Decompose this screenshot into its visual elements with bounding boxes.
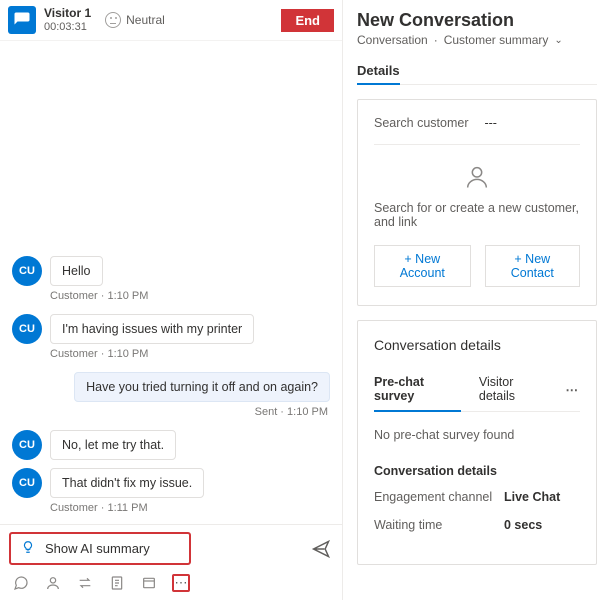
chevron-down-icon: ⌄	[554, 35, 562, 46]
message-list: CU Hello Customer · 1:10 PM CU I'm havin…	[0, 41, 342, 524]
detail-key: Engagement channel	[374, 490, 504, 504]
new-account-button[interactable]: + New Account	[374, 245, 471, 287]
message-meta: Customer · 1:10 PM	[50, 290, 330, 302]
message-meta: Sent · 1:10 PM	[12, 406, 328, 418]
empty-customer-text: Search for or create a new customer, and…	[374, 201, 580, 229]
page-title: New Conversation	[357, 10, 597, 31]
message-bubble: I'm having issues with my printer	[50, 314, 254, 344]
chat-pane: Visitor 1 00:03:31 Neutral End CU Hello …	[0, 0, 343, 600]
channel-icon	[8, 6, 36, 34]
detail-value: Live Chat	[504, 490, 560, 504]
conversation-details-heading: Conversation details	[374, 464, 580, 478]
no-survey-text: No pre-chat survey found	[374, 428, 580, 442]
ai-summary-row: Show AI summary	[10, 533, 332, 564]
message-bubble: Have you tried turning it off and on aga…	[74, 372, 330, 402]
search-customer-value: ---	[484, 116, 497, 130]
customer-avatar: CU	[12, 256, 42, 286]
empty-customer-state: Search for or create a new customer, and…	[374, 145, 580, 245]
message-bubble: That didn't fix my issue.	[50, 468, 204, 498]
chat-header: Visitor 1 00:03:31 Neutral End	[0, 0, 342, 41]
customer-avatar: CU	[12, 314, 42, 344]
neutral-face-icon	[105, 12, 121, 28]
customer-card: Search customer --- Search for or create…	[357, 99, 597, 306]
compose-toolbar: ⋯	[0, 568, 342, 600]
details-pane: New Conversation Conversation · Customer…	[343, 0, 611, 600]
detail-row: Waiting time 0 secs	[374, 518, 580, 532]
conversation-details-card: Conversation details Pre-chat survey Vis…	[357, 320, 597, 565]
new-contact-button[interactable]: + New Contact	[485, 245, 580, 287]
subtab-prechat[interactable]: Pre-chat survey	[374, 367, 461, 411]
message-row: CU I'm having issues with my printer	[12, 314, 330, 344]
customer-avatar: CU	[12, 430, 42, 460]
lightbulb-icon	[21, 540, 35, 557]
message-row: CU No, let me try that.	[12, 430, 330, 460]
person-icon	[463, 163, 491, 191]
visitor-name: Visitor 1	[44, 6, 91, 20]
detail-value: 0 secs	[504, 518, 542, 532]
detail-key: Waiting time	[374, 518, 504, 532]
message-bubble: No, let me try that.	[50, 430, 176, 460]
message-row-outgoing: Have you tried turning it off and on aga…	[12, 372, 330, 402]
subtab-visitor-details[interactable]: Visitor details	[479, 367, 548, 411]
detail-row: Engagement channel Live Chat	[374, 490, 580, 504]
consult-icon[interactable]	[44, 574, 62, 592]
main-tabs: Details	[357, 57, 597, 85]
message-row: CU That didn't fix my issue.	[12, 468, 330, 498]
search-customer-row[interactable]: Search customer ---	[374, 116, 580, 145]
end-button[interactable]: End	[281, 9, 334, 32]
notes-icon[interactable]	[108, 574, 126, 592]
subtab-more-icon[interactable]: ⋯	[566, 382, 581, 397]
show-ai-summary-button[interactable]: Show AI summary	[10, 533, 190, 564]
customer-avatar: CU	[12, 468, 42, 498]
new-entity-buttons: + New Account + New Contact	[374, 245, 580, 287]
send-button[interactable]	[310, 538, 332, 560]
message-row: CU Hello	[12, 256, 330, 286]
message-meta: Customer · 1:10 PM	[50, 348, 330, 360]
breadcrumb-item: Conversation	[357, 33, 428, 47]
breadcrumb-item: Customer summary	[444, 33, 549, 47]
knowledge-icon[interactable]	[140, 574, 158, 592]
compose-area: Show AI summary	[0, 524, 342, 568]
tab-details[interactable]: Details	[357, 57, 400, 84]
quick-replies-icon[interactable]	[12, 574, 30, 592]
transfer-icon[interactable]	[76, 574, 94, 592]
more-actions-button[interactable]: ⋯	[172, 574, 190, 592]
search-customer-label: Search customer	[374, 116, 468, 130]
conversation-timer: 00:03:31	[44, 21, 91, 34]
message-bubble: Hello	[50, 256, 103, 286]
conversation-subtabs: Pre-chat survey Visitor details ⋯	[374, 367, 580, 412]
sentiment-indicator: Neutral	[105, 12, 165, 28]
visitor-info: Visitor 1 00:03:31	[44, 6, 91, 34]
message-meta: Customer · 1:11 PM	[50, 502, 330, 514]
conversation-details-title: Conversation details	[374, 337, 580, 353]
sentiment-label: Neutral	[126, 13, 165, 27]
ai-summary-label: Show AI summary	[45, 541, 150, 556]
breadcrumb[interactable]: Conversation · Customer summary ⌄	[357, 33, 597, 47]
